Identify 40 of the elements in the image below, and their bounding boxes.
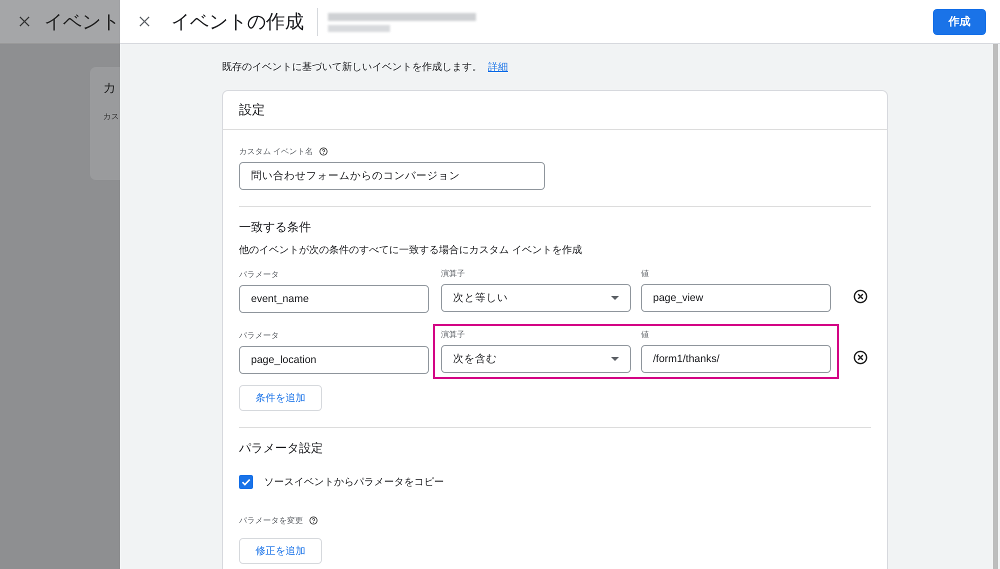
field-label: 値 xyxy=(641,329,650,340)
event-name-field[interactable]: 問い合わせフォームからのコンバージョン xyxy=(239,162,545,190)
operator-dropdown[interactable]: 次と等しい xyxy=(441,284,631,312)
field-label: パラメータ xyxy=(239,268,280,280)
field-label: 演算子 xyxy=(441,268,466,279)
add-condition-button[interactable]: 条件を追加 xyxy=(239,385,322,411)
add-modification-button[interactable]: 修正を追加 xyxy=(239,538,322,564)
scrollbar[interactable] xyxy=(993,44,998,569)
background-card-title: カ xyxy=(103,79,117,97)
help-icon[interactable] xyxy=(309,516,318,525)
parameter-field[interactable]: page_location xyxy=(239,346,429,374)
remove-icon[interactable] xyxy=(853,350,868,365)
section-title: 一致する条件 xyxy=(239,219,311,236)
field-label: 値 xyxy=(641,268,650,279)
panel-title: イベントの作成 xyxy=(171,10,304,34)
caret-icon xyxy=(611,357,619,361)
create-button[interactable]: 作成 xyxy=(933,8,986,34)
field-label: カスタム イベント名 xyxy=(239,146,314,157)
value-field[interactable]: /form1/thanks/ xyxy=(641,345,831,373)
section-title: パラメータ設定 xyxy=(239,440,323,457)
operator-dropdown[interactable]: 次を含む xyxy=(441,345,631,373)
field-label: パラメータ xyxy=(239,330,280,340)
section-description: 他のイベントが次の条件のすべてに一致する場合にカスタム イベントを作成 xyxy=(239,244,582,257)
checkbox[interactable] xyxy=(239,475,253,489)
field-label: 演算子 xyxy=(441,329,466,340)
checkbox-label: ソースイベントからパラメータをコピー xyxy=(264,476,444,489)
close-icon[interactable] xyxy=(139,16,150,27)
caret-icon xyxy=(611,296,619,300)
intro-text: 既存のイベントに基づいて新しいイベントを作成します。 詳細 xyxy=(222,60,509,74)
close-icon[interactable] xyxy=(19,16,30,27)
field-label: パラメータを変更 xyxy=(239,515,303,526)
parameter-field[interactable]: event_name xyxy=(239,284,429,312)
remove-icon[interactable] xyxy=(853,289,868,304)
value-field[interactable]: page_view xyxy=(641,284,831,312)
background-card-label: カス xyxy=(103,111,120,122)
checkmark-icon xyxy=(240,476,252,488)
help-icon[interactable] xyxy=(319,147,328,156)
details-link[interactable]: 詳細 xyxy=(488,62,508,73)
background-title: イベント xyxy=(44,10,120,34)
card-title: 設定 xyxy=(239,101,265,119)
